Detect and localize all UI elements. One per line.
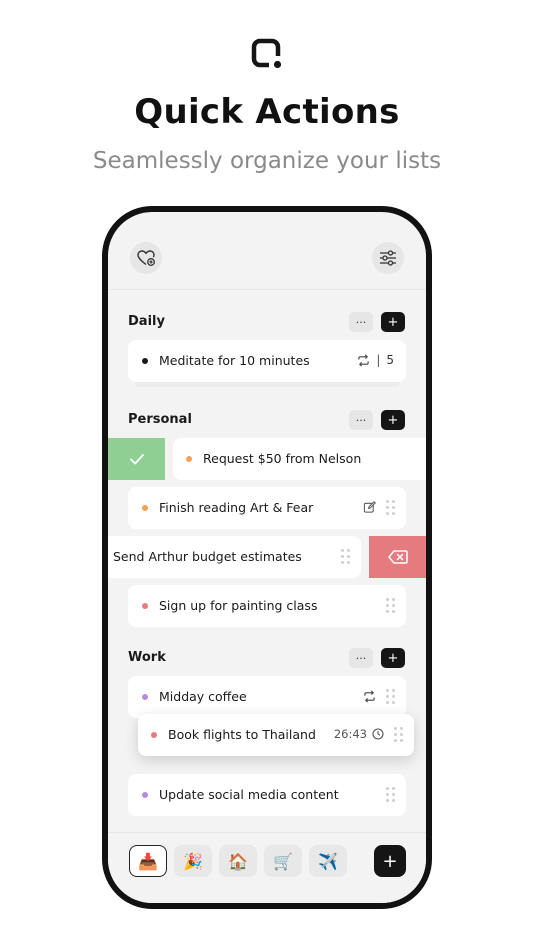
- daily-more-button[interactable]: ···: [349, 312, 373, 332]
- party-tab[interactable]: 🎉: [174, 845, 212, 877]
- task-label: Request $50 from Nelson: [203, 451, 362, 466]
- list-tab-bar: 📥 🎉 🏠 🛒 ✈️ +: [108, 832, 426, 903]
- task-label: Send Arthur budget estimates: [113, 549, 302, 564]
- swipe-delete-action[interactable]: [369, 536, 426, 578]
- task-color-dot: [142, 603, 148, 609]
- add-list-button[interactable]: +: [374, 845, 406, 877]
- repeat-count: 5: [386, 353, 394, 367]
- filter-settings-button[interactable]: [372, 242, 404, 274]
- drag-handle-icon[interactable]: [386, 689, 396, 705]
- travel-tab[interactable]: ✈️: [309, 845, 347, 877]
- task-color-dot: [186, 456, 192, 462]
- phone-frame: Daily ··· + Meditate for 10 minutes | 5 …: [102, 206, 432, 909]
- task-send-arthur[interactable]: Send Arthur budget estimates: [108, 536, 361, 578]
- task-label: Finish reading Art & Fear: [159, 500, 314, 515]
- section-title-personal: Personal: [128, 412, 192, 427]
- backspace-icon: [387, 550, 408, 564]
- app-logo-icon: [251, 38, 282, 69]
- task-color-dot: [142, 694, 148, 700]
- drag-handle-icon[interactable]: [341, 549, 351, 565]
- inbox-tab[interactable]: 📥: [129, 845, 167, 877]
- timer-value: 26:43: [333, 727, 367, 741]
- favorites-button[interactable]: [130, 242, 162, 274]
- task-finish-reading[interactable]: Finish reading Art & Fear: [128, 487, 406, 529]
- personal-more-button[interactable]: ···: [349, 410, 373, 430]
- checkmark-icon: [129, 454, 144, 465]
- repeat-icon: [364, 690, 375, 703]
- task-repeat-meta: | 5: [357, 353, 394, 367]
- task-label: Midday coffee: [159, 689, 247, 704]
- task-label: Sign up for painting class: [159, 598, 318, 613]
- edit-icon[interactable]: [363, 501, 376, 514]
- task-label: Update social media content: [159, 787, 339, 802]
- task-color-dot: [142, 792, 148, 798]
- page-subtitle: Seamlessly organize your lists: [92, 148, 442, 174]
- meta-separator: |: [376, 353, 381, 367]
- task-label: Book flights to Thailand: [168, 727, 316, 742]
- page-title: Quick Actions: [134, 92, 400, 132]
- task-request-nelson[interactable]: Request $50 from Nelson: [173, 438, 426, 480]
- section-title-work: Work: [128, 650, 166, 665]
- task-painting-class[interactable]: Sign up for painting class: [128, 585, 406, 627]
- task-timer: 26:43: [334, 727, 384, 741]
- app-header: [108, 212, 426, 290]
- task-book-flights-dragging[interactable]: Book flights to Thailand 26:43: [138, 714, 414, 756]
- task-color-dot: [142, 505, 148, 511]
- task-midday-coffee[interactable]: Midday coffee: [128, 676, 406, 718]
- daily-add-button[interactable]: +: [381, 312, 405, 332]
- drag-handle-icon[interactable]: [386, 500, 396, 516]
- heart-plus-icon: [137, 250, 155, 266]
- drag-handle-icon[interactable]: [386, 787, 396, 803]
- task-update-social[interactable]: Update social media content: [128, 774, 406, 816]
- task-label: Meditate for 10 minutes: [159, 353, 310, 368]
- work-add-button[interactable]: +: [381, 648, 405, 668]
- task-color-dot: [142, 358, 148, 364]
- home-tab[interactable]: 🏠: [219, 845, 257, 877]
- personal-add-button[interactable]: +: [381, 410, 405, 430]
- drag-handle-icon[interactable]: [386, 598, 396, 614]
- task-color-dot: [151, 732, 157, 738]
- swipe-complete-action[interactable]: [108, 438, 165, 480]
- sliders-icon: [380, 250, 396, 266]
- clock-icon: [372, 728, 384, 740]
- cart-tab[interactable]: 🛒: [264, 845, 302, 877]
- work-more-button[interactable]: ···: [349, 648, 373, 668]
- drag-handle-icon[interactable]: [394, 727, 404, 743]
- task-meditate[interactable]: Meditate for 10 minutes | 5: [128, 340, 406, 382]
- repeat-icon: [358, 354, 370, 366]
- section-title-daily: Daily: [128, 314, 165, 329]
